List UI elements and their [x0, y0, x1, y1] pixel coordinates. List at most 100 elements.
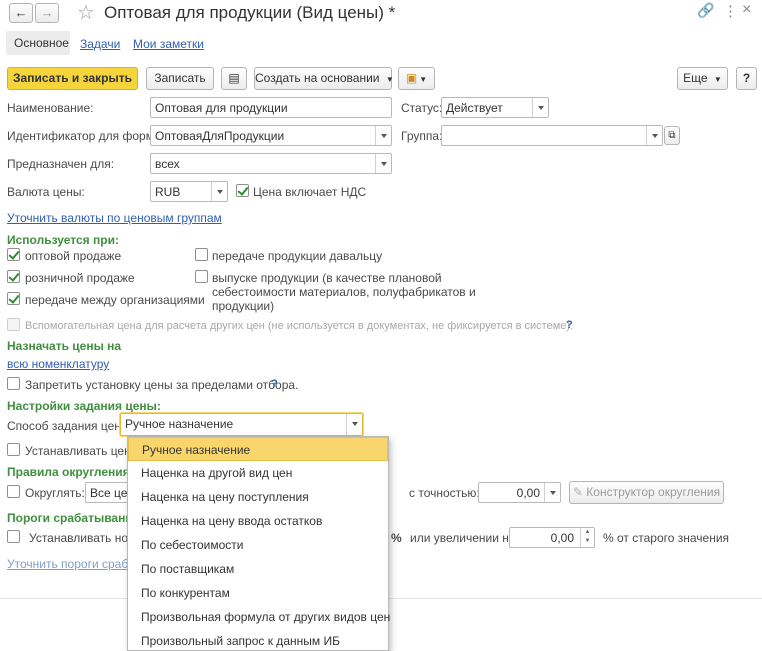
intercompany-checkbox[interactable] [7, 292, 20, 305]
intended-label: Предназначен для: [7, 157, 115, 171]
open-group-icon[interactable]: ⧉ [664, 126, 680, 145]
all-nomenclature-link[interactable]: всю номенклатуру [7, 357, 109, 371]
dropdown-item[interactable]: Произвольная формула от других видов цен [128, 605, 390, 629]
save-and-close-button[interactable]: Записать и закрыть [7, 67, 138, 90]
round-constructor-label: Конструктор округления [586, 485, 721, 499]
more-label: Еще [683, 71, 708, 85]
set-price-label: Устанавливать цену [25, 444, 137, 458]
retail-label: розничной продаже [25, 271, 135, 285]
close-icon[interactable]: × [742, 1, 751, 19]
set-new-label: Устанавливать нову [29, 531, 141, 545]
retail-checkbox[interactable] [7, 270, 20, 283]
forbid-outside-checkbox[interactable] [7, 377, 20, 390]
formula-id-label: Идентификатор для формул: [7, 129, 171, 143]
method-select[interactable]: Ручное назначение [120, 413, 363, 436]
method-label: Способ задания цены: [7, 419, 133, 433]
tab-tasks[interactable]: Задачи [80, 37, 120, 51]
precision-field[interactable]: 0,00 [478, 482, 561, 503]
tab-main[interactable]: Основное [6, 31, 70, 55]
production-checkbox[interactable] [195, 270, 208, 283]
used-for-header: Используется при: [7, 233, 119, 247]
status-select[interactable]: Действует [441, 97, 549, 118]
chevron-down-icon[interactable] [375, 126, 391, 145]
name-field[interactable]: Оптовая для продукции [150, 97, 392, 118]
vat-label: Цена включает НДС [253, 185, 367, 199]
chevron-down-icon[interactable] [532, 98, 548, 117]
more-menu-icon[interactable]: ⋮ [723, 2, 738, 20]
forward-button[interactable]: → [35, 3, 59, 23]
link-icon[interactable]: 🔗 [697, 2, 714, 19]
title-bar: ← → ☆ Оптовая для продукции (Вид цены) *… [0, 0, 762, 26]
forbid-help-icon[interactable]: ? [271, 378, 278, 390]
more-button[interactable]: Еще ▼ [677, 67, 728, 90]
create-based-on-button[interactable]: Создать на основании ▼ [254, 67, 394, 90]
production-label-line3: продукции) [212, 299, 275, 313]
increase-value: 0,00 [550, 531, 574, 545]
help-button[interactable]: ? [736, 67, 757, 90]
chevron-down-icon: ▼ [713, 75, 722, 84]
aux-price-checkbox [7, 318, 20, 331]
dropdown-item[interactable]: Произвольный запрос к данным ИБ [128, 629, 388, 651]
dropdown-item[interactable]: Наценка на цену поступления [128, 485, 388, 509]
dropdown-item[interactable]: По себестоимости [128, 533, 388, 557]
chevron-down-icon: ▼ [385, 75, 394, 84]
chevron-down-icon[interactable] [346, 414, 362, 435]
wholesale-checkbox[interactable] [7, 248, 20, 261]
formula-id-field[interactable]: ОптоваяДляПродукции [150, 125, 392, 146]
increase-field[interactable]: 0,00 ▲ ▼ [509, 527, 595, 548]
favorite-star-icon[interactable]: ☆ [77, 0, 95, 25]
tolling-checkbox[interactable] [195, 248, 208, 261]
round-checkbox[interactable] [7, 485, 20, 498]
window-title: Оптовая для продукции (Вид цены) * [104, 3, 396, 22]
precision-value: 0,00 [516, 486, 540, 500]
back-button[interactable]: ← [9, 3, 33, 23]
status-value: Действует [446, 101, 503, 115]
tab-main-label: Основное [14, 36, 69, 50]
aux-price-label: Вспомогательная цена для расчета других … [25, 320, 574, 332]
constructor-icon: ✎ [572, 485, 583, 499]
currency-label: Валюта цены: [7, 185, 85, 199]
refine-currency-link[interactable]: Уточнить валюты по ценовым группам [7, 211, 222, 225]
wholesale-label: оптовой продаже [25, 249, 122, 263]
tolling-label: передаче продукции давальцу [212, 249, 383, 263]
group-label: Группа: [401, 129, 443, 143]
thresholds-header: Пороги срабатывания [7, 511, 140, 525]
round-constructor-button: ✎ Конструктор округления [569, 481, 724, 504]
increase-label: или увеличении на: [410, 531, 519, 545]
set-price-checkbox[interactable] [7, 443, 20, 456]
precision-label: с точностью: [409, 486, 480, 500]
group-field[interactable] [441, 125, 663, 146]
forbid-outside-label: Запретить установку цены за пределами от… [25, 378, 299, 392]
dropdown-item[interactable]: По поставщикам [128, 557, 388, 581]
production-label: выпуске продукции (в качестве плановой [212, 271, 442, 285]
chevron-down-icon[interactable] [375, 154, 391, 173]
tab-my-notes[interactable]: Мои заметки [133, 37, 204, 51]
chevron-down-icon[interactable] [646, 126, 662, 145]
aux-price-help-icon[interactable]: ? [566, 319, 573, 331]
currency-select[interactable]: RUB [150, 181, 228, 202]
print-icon: ▣ [405, 71, 418, 85]
dropdown-item[interactable]: По конкурентам [128, 581, 388, 605]
dropdown-item[interactable]: Наценка на другой вид цен [128, 461, 388, 485]
intended-select[interactable]: всех [150, 153, 392, 174]
chevron-down-icon[interactable] [211, 182, 227, 201]
chevron-down-icon[interactable] [544, 483, 560, 502]
round-select[interactable]: Все це [85, 482, 130, 503]
intended-value: всех [155, 157, 180, 171]
refine-thresholds-link[interactable]: Уточнить пороги срабат [7, 557, 140, 571]
dropdown-item[interactable]: Наценка на цену ввода остатков [128, 509, 388, 533]
document-icon[interactable]: ▤ [221, 67, 247, 90]
method-dropdown-list: Ручное назначение Наценка на другой вид … [127, 436, 390, 651]
production-label-line2: себестоимости материалов, полуфабрикатов… [212, 285, 476, 299]
vat-checkbox[interactable] [236, 184, 249, 197]
set-new-checkbox[interactable] [7, 530, 20, 543]
print-menu-button[interactable]: ▣ ▼ [398, 67, 435, 90]
formula-id-value: ОптоваяДляПродукции [155, 129, 285, 143]
spin-icon[interactable]: ▲ ▼ [580, 528, 594, 547]
create-based-on-label: Создать на основании [255, 71, 380, 85]
dropdown-item[interactable]: Ручное назначение [128, 437, 388, 461]
percent-sign: % [391, 531, 402, 545]
save-button[interactable]: Записать [146, 67, 214, 90]
currency-value: RUB [155, 185, 181, 199]
increase-suffix: % от старого значения [603, 531, 730, 545]
